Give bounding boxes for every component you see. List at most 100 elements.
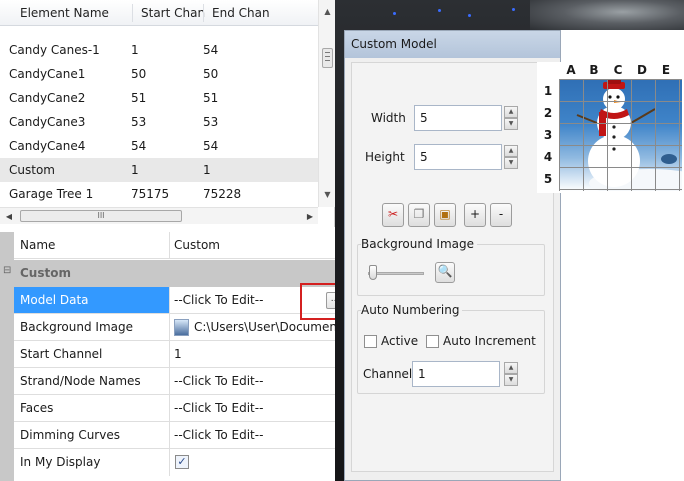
auto-increment-label: Auto Increment [443,334,536,348]
element-name-cell: CandyCane1 [9,67,86,81]
grid-row-header: 1 [543,84,553,98]
width-field[interactable]: 5 [414,105,502,131]
snowman-background-image [559,79,682,191]
property-value[interactable]: --Click To Edit-- [174,395,335,422]
property-row-in-my-display[interactable]: In My Display ✓ [14,449,335,476]
start-chan-cell: 53 [131,115,147,129]
property-category[interactable]: Custom [14,260,335,287]
width-label: Width [371,111,406,125]
collapse-icon[interactable]: ⊟ [3,265,11,276]
property-name: Start Channel [20,347,103,361]
table-row[interactable]: Garage Tree 1 75175 75228 [0,182,318,206]
property-row-start-channel[interactable]: Start Channel 1 [14,341,335,368]
channel-spinner[interactable]: ▲ ▼ [504,362,518,386]
property-value[interactable]: --Click To Edit-- [174,368,335,395]
in-my-display-checkbox[interactable]: ✓ [175,455,189,469]
table-row[interactable]: CandyCane4 54 54 [0,134,318,158]
auto-numbering-label: Auto Numbering [361,303,463,317]
cut-icon: ✂ [387,207,399,221]
spin-down-icon[interactable]: ▼ [504,374,518,386]
active-checkbox[interactable] [364,335,377,348]
vertical-scrollbar[interactable]: ▲ ▼ [318,0,335,207]
grid-row-header: 4 [543,150,553,164]
table-row-selected[interactable]: Custom 1 1 [0,158,318,182]
start-chan-cell: 54 [131,139,147,153]
element-list[interactable]: Element Name Start Chan End Chan Candy C… [0,0,335,227]
property-row-faces[interactable]: Faces --Click To Edit-- [14,395,335,422]
category-label: Custom [20,266,71,280]
spin-down-icon[interactable]: ▼ [504,118,518,130]
start-chan-cell: 1 [131,43,139,57]
property-name-header: Name [20,238,56,252]
channel-field[interactable]: 1 [412,361,500,387]
column-header-start-chan[interactable]: Start Chan [141,0,205,26]
property-row-dimming-curves[interactable]: Dimming Curves --Click To Edit-- [14,422,335,449]
property-grid[interactable]: Name Custom Custom Model Data --Click To… [0,232,344,481]
magnifier-icon: 🔍 [437,264,453,278]
height-field[interactable]: 5 [414,144,502,170]
table-row[interactable]: CandyCane1 50 50 [0,62,318,86]
start-chan-cell: 50 [131,67,147,81]
paste-button[interactable]: ▣ [434,203,456,227]
property-name: Background Image [20,320,133,334]
grid-column-header: B [589,63,599,77]
property-name: Dimming Curves [20,428,120,442]
spin-down-icon[interactable]: ▼ [504,157,518,169]
grid-column-header: C [613,63,623,77]
custom-model-dialog[interactable]: Custom Model Width 5 ▲ ▼ Height 5 ▲ ▼ ✂ … [344,30,561,481]
property-value-header[interactable]: Custom [174,232,335,259]
property-value[interactable]: 1 [174,341,335,368]
copy-button[interactable]: ❐ [408,203,430,227]
property-row-strand-node-names[interactable]: Strand/Node Names --Click To Edit-- [14,368,335,395]
property-header-row[interactable]: Name Custom [14,232,335,259]
table-row[interactable]: Candy Canes-1 1 54 [0,38,318,62]
property-value[interactable]: --Click To Edit-- [174,422,335,449]
scroll-up-arrow-icon[interactable]: ▲ [319,4,336,20]
property-name: Strand/Node Names [20,374,141,388]
spin-up-icon[interactable]: ▲ [504,362,518,374]
slider-thumb[interactable] [369,265,377,280]
snowman-picture [576,79,682,191]
property-row-model-data[interactable]: Model Data --Click To Edit-- ... [14,287,344,314]
height-spinner[interactable]: ▲ ▼ [504,145,518,169]
horizontal-scrollbar[interactable]: ◀ III ▶ [0,207,318,224]
end-chan-cell: 53 [203,115,219,129]
spin-up-icon[interactable]: ▲ [504,145,518,157]
height-label: Height [365,150,405,164]
dialog-title[interactable]: Custom Model [345,31,560,58]
start-chan-cell: 1 [131,163,139,177]
end-chan-cell: 54 [203,139,219,153]
end-chan-cell: 51 [203,91,219,105]
cut-button[interactable]: ✂ [382,203,404,227]
end-chan-cell: 50 [203,67,219,81]
property-name: Faces [20,401,54,415]
add-row-button[interactable]: + [464,203,486,227]
scroll-right-arrow-icon[interactable]: ▶ [303,208,317,225]
column-header-element-name[interactable]: Element Name [20,0,109,26]
end-chan-cell: 1 [203,163,211,177]
background-image-label: Background Image [361,237,477,251]
horizontal-scroll-thumb[interactable]: III [20,210,182,222]
scroll-down-arrow-icon[interactable]: ▼ [319,187,336,203]
element-name-cell: CandyCane4 [9,139,86,153]
scroll-left-arrow-icon[interactable]: ◀ [2,208,16,225]
remove-row-button[interactable]: - [490,203,512,227]
model-grid-preview[interactable]: A B C D E 1 2 3 4 5 [537,62,684,193]
image-browse-button[interactable]: 🔍 [435,262,455,283]
column-header-end-chan[interactable]: End Chan [212,0,270,26]
start-chan-cell: 75175 [131,187,170,201]
grid-column-header: A [566,63,576,77]
spin-up-icon[interactable]: ▲ [504,106,518,118]
grid-column-header: E [661,63,671,77]
table-row[interactable]: CandyCane2 51 51 [0,86,318,110]
grid-row-header: 3 [543,128,553,142]
paste-icon: ▣ [439,207,451,221]
table-row[interactable]: CandyCane3 53 53 [0,110,318,134]
grid-row-header: 5 [543,172,553,186]
end-chan-cell: 54 [203,43,219,57]
property-row-background-image[interactable]: Background Image C:\Users\User\Documents… [14,314,335,341]
width-spinner[interactable]: ▲ ▼ [504,106,518,130]
scroll-thumb[interactable] [322,48,333,68]
auto-increment-checkbox[interactable] [426,335,439,348]
active-label: Active [381,334,419,348]
